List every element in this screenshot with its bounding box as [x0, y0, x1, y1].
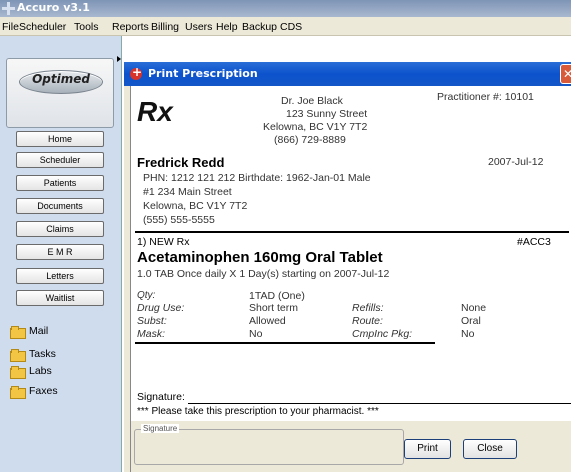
rx-code: #ACC3 [517, 236, 551, 248]
dialog-title: Print Prescription [148, 67, 258, 80]
folder-mail-label: Mail [29, 325, 49, 337]
menu-billing[interactable]: Billing [151, 21, 179, 33]
logo-text: Optimed [32, 72, 90, 86]
menu-backup[interactable]: Backup [242, 21, 277, 33]
subst-label: Subst: [137, 315, 167, 327]
pharmacist-note: *** Please take this prescription to you… [137, 406, 379, 417]
patient-phone: (555) 555-5555 [143, 214, 215, 226]
optimed-logo: Optimed [6, 58, 114, 128]
menu-tools[interactable]: Tools [74, 21, 99, 33]
dialog-title-bar: Print Prescription ✕ [124, 62, 571, 86]
nav-documents-button[interactable]: Documents [16, 198, 104, 214]
folder-icon [10, 325, 26, 339]
druguse-value: Short term [249, 302, 299, 314]
patient-name: Fredrick Redd [137, 155, 225, 170]
menu-reports[interactable]: Reports [112, 21, 149, 33]
drug-name: Acetaminophen 160mg Oral Tablet [137, 249, 383, 266]
close-icon[interactable]: ✕ [560, 64, 571, 84]
signature-line [188, 403, 571, 404]
nav-claims-button[interactable]: Claims [16, 221, 104, 237]
app-title-bar: Accuro v3.1 [0, 0, 571, 17]
cmpinc-value: No [461, 328, 475, 340]
route-value: Oral [461, 315, 481, 327]
rx-symbol: Rx [137, 96, 173, 127]
close-button[interactable]: Close [463, 439, 517, 459]
folder-faxes[interactable]: Faxes [10, 385, 58, 399]
nav-scheduler-button[interactable]: Scheduler [16, 152, 104, 168]
route-label: Route: [352, 315, 383, 327]
subst-value: Allowed [249, 315, 286, 327]
doctor-street: 123 Sunny Street [286, 108, 368, 120]
menu-scheduler[interactable]: Scheduler [19, 21, 66, 33]
folder-icon [10, 365, 26, 379]
rx-line: 1) NEW Rx [137, 236, 190, 248]
doctor-city: Kelowna, BC V1Y 7T2 [263, 121, 368, 133]
collapse-arrow-icon[interactable] [117, 56, 121, 76]
doctor-name: Dr. Joe Black [281, 95, 343, 107]
menu-users[interactable]: Users [185, 21, 212, 33]
mask-value: No [249, 328, 263, 340]
menu-bar: File Scheduler Tools Reports Billing Use… [0, 17, 571, 36]
refills-label: Refills: [352, 302, 384, 314]
folder-labs[interactable]: Labs [10, 365, 52, 379]
divider-top [135, 231, 569, 233]
mask-label: Mask: [137, 328, 166, 340]
folder-labs-label: Labs [29, 365, 52, 377]
folder-tasks-label: Tasks [29, 348, 56, 360]
folder-icon [10, 385, 26, 399]
print-prescription-dialog: Print Prescription ✕ Rx Dr. Joe Black 12… [124, 62, 571, 472]
nav-waitlist-button[interactable]: Waitlist [16, 290, 104, 306]
app-logo-icon [2, 2, 15, 15]
signature-box-label: Signature [141, 424, 180, 433]
nav-patients-button[interactable]: Patients [16, 175, 104, 191]
patient-phn-line: PHN: 1212 121 212 Birthdate: 1962-Jan-01… [143, 172, 371, 184]
sidebar: Optimed Home Scheduler Patients Document… [0, 36, 122, 472]
nav-emr-button[interactable]: E M R [16, 244, 104, 260]
nav-letters-button[interactable]: Letters [16, 268, 104, 284]
menu-help[interactable]: Help [216, 21, 238, 33]
signature-label: Signature: [137, 391, 185, 403]
cmpinc-label: CmpInc Pkg: [352, 328, 413, 340]
rx-date: 2007-Jul-12 [488, 156, 544, 168]
patient-address1: #1 234 Main Street [143, 186, 232, 198]
folder-faxes-label: Faxes [29, 385, 58, 397]
prescription-paper: Rx Dr. Joe Black 123 Sunny Street Kelown… [130, 86, 571, 472]
qty-label: Qty: [137, 290, 156, 301]
nav-home-button[interactable]: Home [16, 131, 104, 147]
patient-address2: Kelowna, BC V1Y 7T2 [143, 200, 248, 212]
menu-cds[interactable]: CDS [280, 21, 302, 33]
print-button[interactable]: Print [404, 439, 451, 459]
doctor-phone: (866) 729-8889 [274, 134, 346, 146]
signature-box[interactable]: Signature [134, 424, 404, 465]
folder-icon [10, 348, 26, 362]
divider-bottom [135, 342, 435, 344]
drug-sig: 1.0 TAB Once daily X 1 Day(s) starting o… [137, 268, 390, 280]
folder-tasks[interactable]: Tasks [10, 348, 56, 362]
app-title: Accuro v3.1 [17, 1, 90, 14]
menu-file[interactable]: File [2, 21, 19, 33]
qty-value: 1TAD (One) [249, 290, 305, 302]
refills-value: None [461, 302, 487, 314]
druguse-label: Drug Use: [137, 302, 185, 314]
practitioner-number: Practitioner #: 10101 [437, 91, 534, 103]
dialog-app-icon [130, 65, 142, 80]
folder-mail[interactable]: Mail [10, 325, 49, 339]
